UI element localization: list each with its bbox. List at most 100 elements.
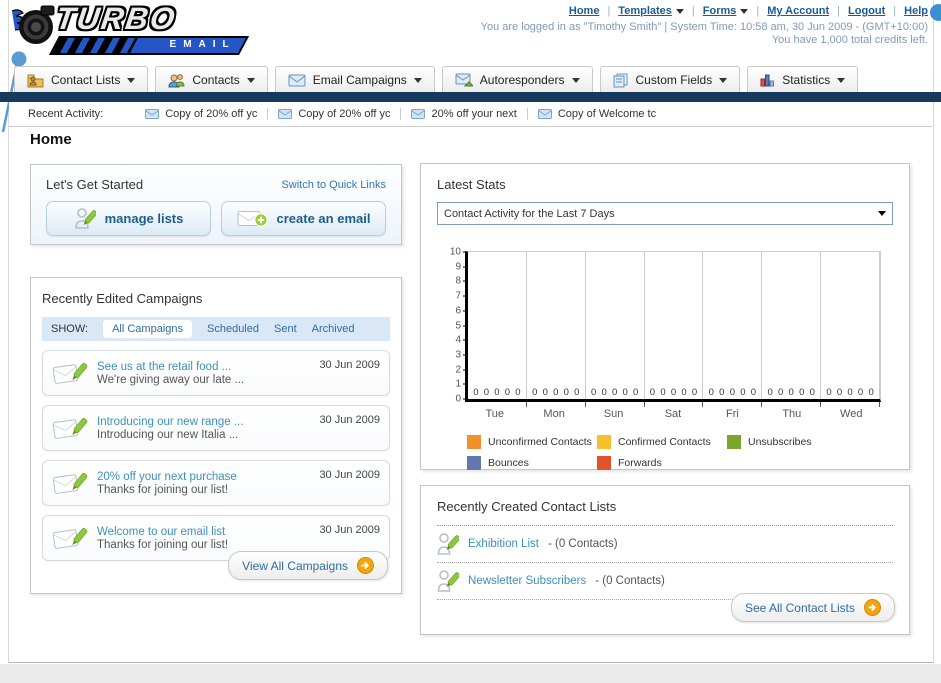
bar-value-label: 0: [691, 387, 698, 398]
bar-value-label: 0: [649, 387, 656, 398]
page-title: Home: [30, 131, 72, 148]
bar-value-label: 0: [670, 387, 677, 398]
email-campaigns-icon: [288, 74, 306, 86]
bar-value-label: 0: [778, 387, 784, 398]
y-axis-tick: 10: [446, 247, 468, 258]
campaign-title-link[interactable]: 20% off your next purchase: [97, 471, 319, 483]
y-axis-tick: 3: [446, 349, 468, 360]
stats-panel-title: Latest Stats: [437, 177, 506, 192]
tab-sent[interactable]: Sent: [274, 323, 297, 335]
help-bubble-icon[interactable]: [930, 4, 941, 21]
legend-item-unsubscribes: Unsubscribes: [727, 435, 893, 449]
y-axis-tick: 7: [446, 291, 468, 302]
turbo-email-logo[interactable]: TURBO EMAIL: [10, 1, 260, 57]
menu-tab-label: Contact Lists: [51, 73, 121, 87]
campaign-title-link[interactable]: Welcome to our email list: [97, 526, 319, 538]
y-axis-tick: 0: [446, 394, 468, 405]
campaign-row[interactable]: 20% off your next purchase Thanks for jo…: [42, 460, 390, 506]
campaign-title-link[interactable]: See us at the retail food ...: [97, 361, 319, 373]
x-axis-label: Sun: [603, 408, 624, 420]
campaign-date: 30 Jun 2009: [319, 414, 380, 426]
bar-value-label: 0: [809, 387, 815, 398]
campaign-row[interactable]: Introducing our new range ... Introducin…: [42, 405, 390, 451]
bar-value-label: 0: [660, 387, 666, 398]
nav-separator: |: [607, 5, 611, 17]
contact-list-link[interactable]: Newsletter Subscribers: [468, 575, 586, 587]
y-axis-tick: 1: [446, 379, 468, 390]
see-all-contact-lists-label: See All Contact Lists: [744, 600, 855, 615]
contacts-icon: [168, 73, 185, 87]
menu-tab-contacts[interactable]: Contacts: [155, 66, 268, 94]
menu-tab-label: Email Campaigns: [312, 73, 407, 87]
contact-list-link[interactable]: Exhibition List: [468, 538, 539, 550]
logo-stripes: [52, 38, 138, 53]
recent-activity-item[interactable]: Copy of Welcome tc: [528, 108, 666, 120]
bar-value-label: 0: [799, 387, 805, 398]
menu-tab-custom-fields[interactable]: Custom Fields: [599, 66, 741, 94]
menu-tab-contact-lists[interactable]: Contact Lists: [14, 66, 149, 94]
menu-tab-autoresponders[interactable]: Autoresponders: [441, 66, 593, 94]
campaign-subtitle: Thanks for joining our list!: [97, 483, 229, 496]
legend-item-unconfirmed: Unconfirmed Contacts: [467, 435, 597, 449]
bar-value-label: 0: [622, 387, 628, 398]
switch-to-quick-links-link[interactable]: Switch to Quick Links: [281, 179, 386, 191]
logo-bar: EMAIL: [48, 36, 250, 55]
chart-day-group: 00000: [821, 252, 881, 407]
menu-tab-label: Custom Fields: [635, 73, 713, 87]
bar-value-label: 0: [542, 387, 548, 398]
x-axis-label: Thu: [782, 408, 802, 420]
legend-item-bounces: Bounces: [467, 456, 597, 470]
latest-stats-panel: Latest Stats Contact Activity for the La…: [420, 163, 910, 470]
recent-activity-item[interactable]: Copy of 20% off yc: [135, 108, 269, 120]
nav-separator: |: [691, 5, 695, 17]
turbo-email-home-page: TURBO EMAIL Home | Templates | Forms | M…: [0, 0, 941, 683]
view-all-campaigns-button[interactable]: View All Campaigns: [228, 551, 388, 580]
x-axis-label: Tue: [485, 408, 504, 420]
chart-day-group: 00000: [586, 252, 645, 407]
campaign-row[interactable]: See us at the retail food ... We're givi…: [42, 350, 390, 396]
legend-swatch: [597, 435, 611, 449]
navy-divider-bar: [0, 92, 941, 102]
see-all-contact-lists-button[interactable]: See All Contact Lists: [730, 593, 895, 622]
nav-link-templates[interactable]: Templates: [618, 5, 684, 17]
campaign-subtitle: Introducing our new Italia ...: [97, 428, 239, 441]
bar-value-label: 0: [836, 387, 843, 398]
contact-list-item[interactable]: Exhibition List - (0 Contacts): [437, 526, 893, 563]
legend-swatch: [597, 456, 611, 470]
bar-value-label: 0: [857, 387, 864, 398]
nav-link-forms[interactable]: Forms: [703, 5, 749, 17]
chart-day-group: 00000: [703, 252, 763, 407]
nav-link-my-account[interactable]: My Account: [767, 5, 829, 17]
nav-link-home[interactable]: Home: [569, 5, 600, 17]
show-label: SHOW:: [51, 323, 89, 335]
menu-tab-statistics[interactable]: Statistics: [747, 66, 859, 94]
tab-archived[interactable]: Archived: [312, 323, 355, 335]
campaign-title-link[interactable]: Introducing our new range ...: [97, 416, 319, 428]
menu-tab-email-campaigns[interactable]: Email Campaigns: [274, 66, 435, 94]
create-an-email-button[interactable]: create an email: [221, 201, 386, 236]
bar-value-label: 0: [494, 387, 500, 398]
tab-scheduled[interactable]: Scheduled: [207, 323, 259, 335]
envelope-icon: [537, 109, 552, 119]
bar-value-label: 0: [633, 387, 639, 398]
nav-link-help[interactable]: Help: [904, 5, 928, 17]
bar-value-label: 0: [868, 387, 874, 398]
tab-all-campaigns[interactable]: All Campaigns: [103, 320, 192, 338]
envelope-icon: [278, 109, 293, 119]
legend-label: Unsubscribes: [748, 436, 812, 448]
autoresponders-icon: [455, 73, 473, 87]
recent-activity-item[interactable]: 20% off your next: [401, 108, 528, 120]
bar-value-label: 0: [719, 387, 725, 398]
stats-filter-select[interactable]: Contact Activity for the Last 7 Days: [437, 202, 893, 225]
campaign-subtitle: We're giving away our late ...: [97, 373, 245, 386]
bar-value-label: 0: [708, 387, 714, 398]
recent-activity-item[interactable]: Copy of 20% off yc: [268, 108, 402, 120]
contact-list-detail: - (0 Contacts): [595, 575, 665, 587]
person-pencil-icon: [74, 207, 96, 229]
y-axis-tick: 9: [446, 261, 468, 272]
logo-subtitle: EMAIL: [169, 39, 236, 50]
manage-lists-button[interactable]: manage lists: [46, 201, 211, 236]
bar-value-label: 0: [601, 387, 607, 398]
nav-link-logout[interactable]: Logout: [848, 5, 885, 17]
get-started-panel: Let's Get Started Switch to Quick Links …: [30, 164, 402, 245]
